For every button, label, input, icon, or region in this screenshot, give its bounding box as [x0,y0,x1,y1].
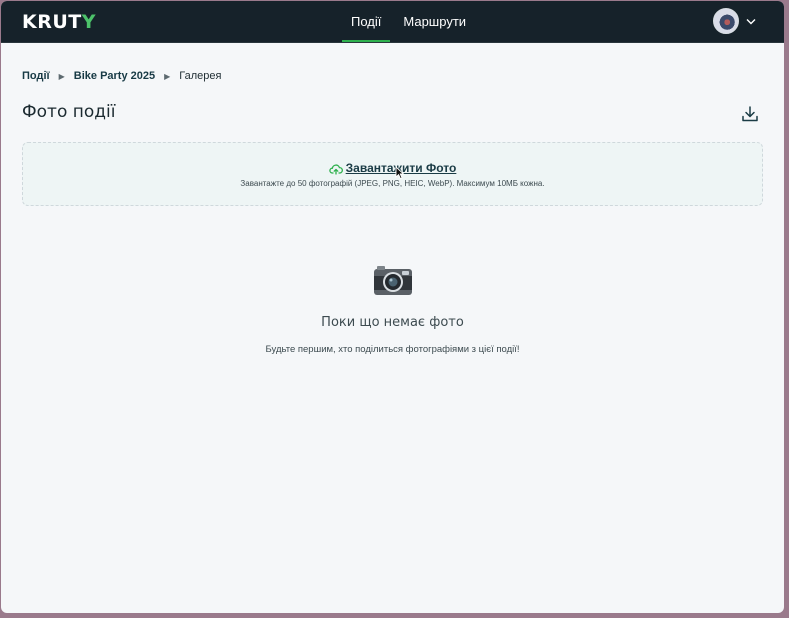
nav-routes[interactable]: Маршрути [392,1,477,42]
download-icon[interactable] [741,105,759,123]
breadcrumb-separator-icon: ▶ [164,71,171,81]
breadcrumb-separator-icon: ▶ [58,71,65,81]
kruty-logo[interactable]: KRUTY [22,11,96,33]
main-nav: Події Маршрути [340,1,477,42]
upload-dropzone[interactable]: Завантажити Фото Завантажте до 50 фотогр… [22,142,763,206]
breadcrumb-event[interactable]: Bike Party 2025 [74,70,155,82]
breadcrumb-events[interactable]: Події [22,70,50,82]
top-navbar: KRUTY Події Маршрути [1,1,784,43]
breadcrumb: Події ▶ Bike Party 2025 ▶ Галерея [22,70,221,82]
nav-events[interactable]: Події [340,1,392,42]
empty-state: Поки що немає фото Будьте першим, хто по… [1,264,784,355]
cloud-upload-icon [328,164,343,175]
avatar[interactable] [713,8,739,34]
mouse-cursor-icon [395,166,405,180]
camera-icon [373,266,412,295]
user-menu[interactable] [713,8,756,34]
upload-photos-button[interactable]: Завантажити Фото [23,161,762,175]
browser-window: KRUTY Події Маршрути Події ▶ Bike Party … [1,1,784,613]
page-title: Фото події [22,102,116,122]
chevron-down-icon[interactable] [746,18,756,25]
breadcrumb-current: Галерея [179,70,222,82]
empty-state-title: Поки що немає фото [321,315,464,330]
upload-hint: Завантажте до 50 фотографій (JPEG, PNG, … [240,179,545,188]
empty-state-subtitle: Будьте першим, хто поділиться фотографія… [265,344,520,355]
